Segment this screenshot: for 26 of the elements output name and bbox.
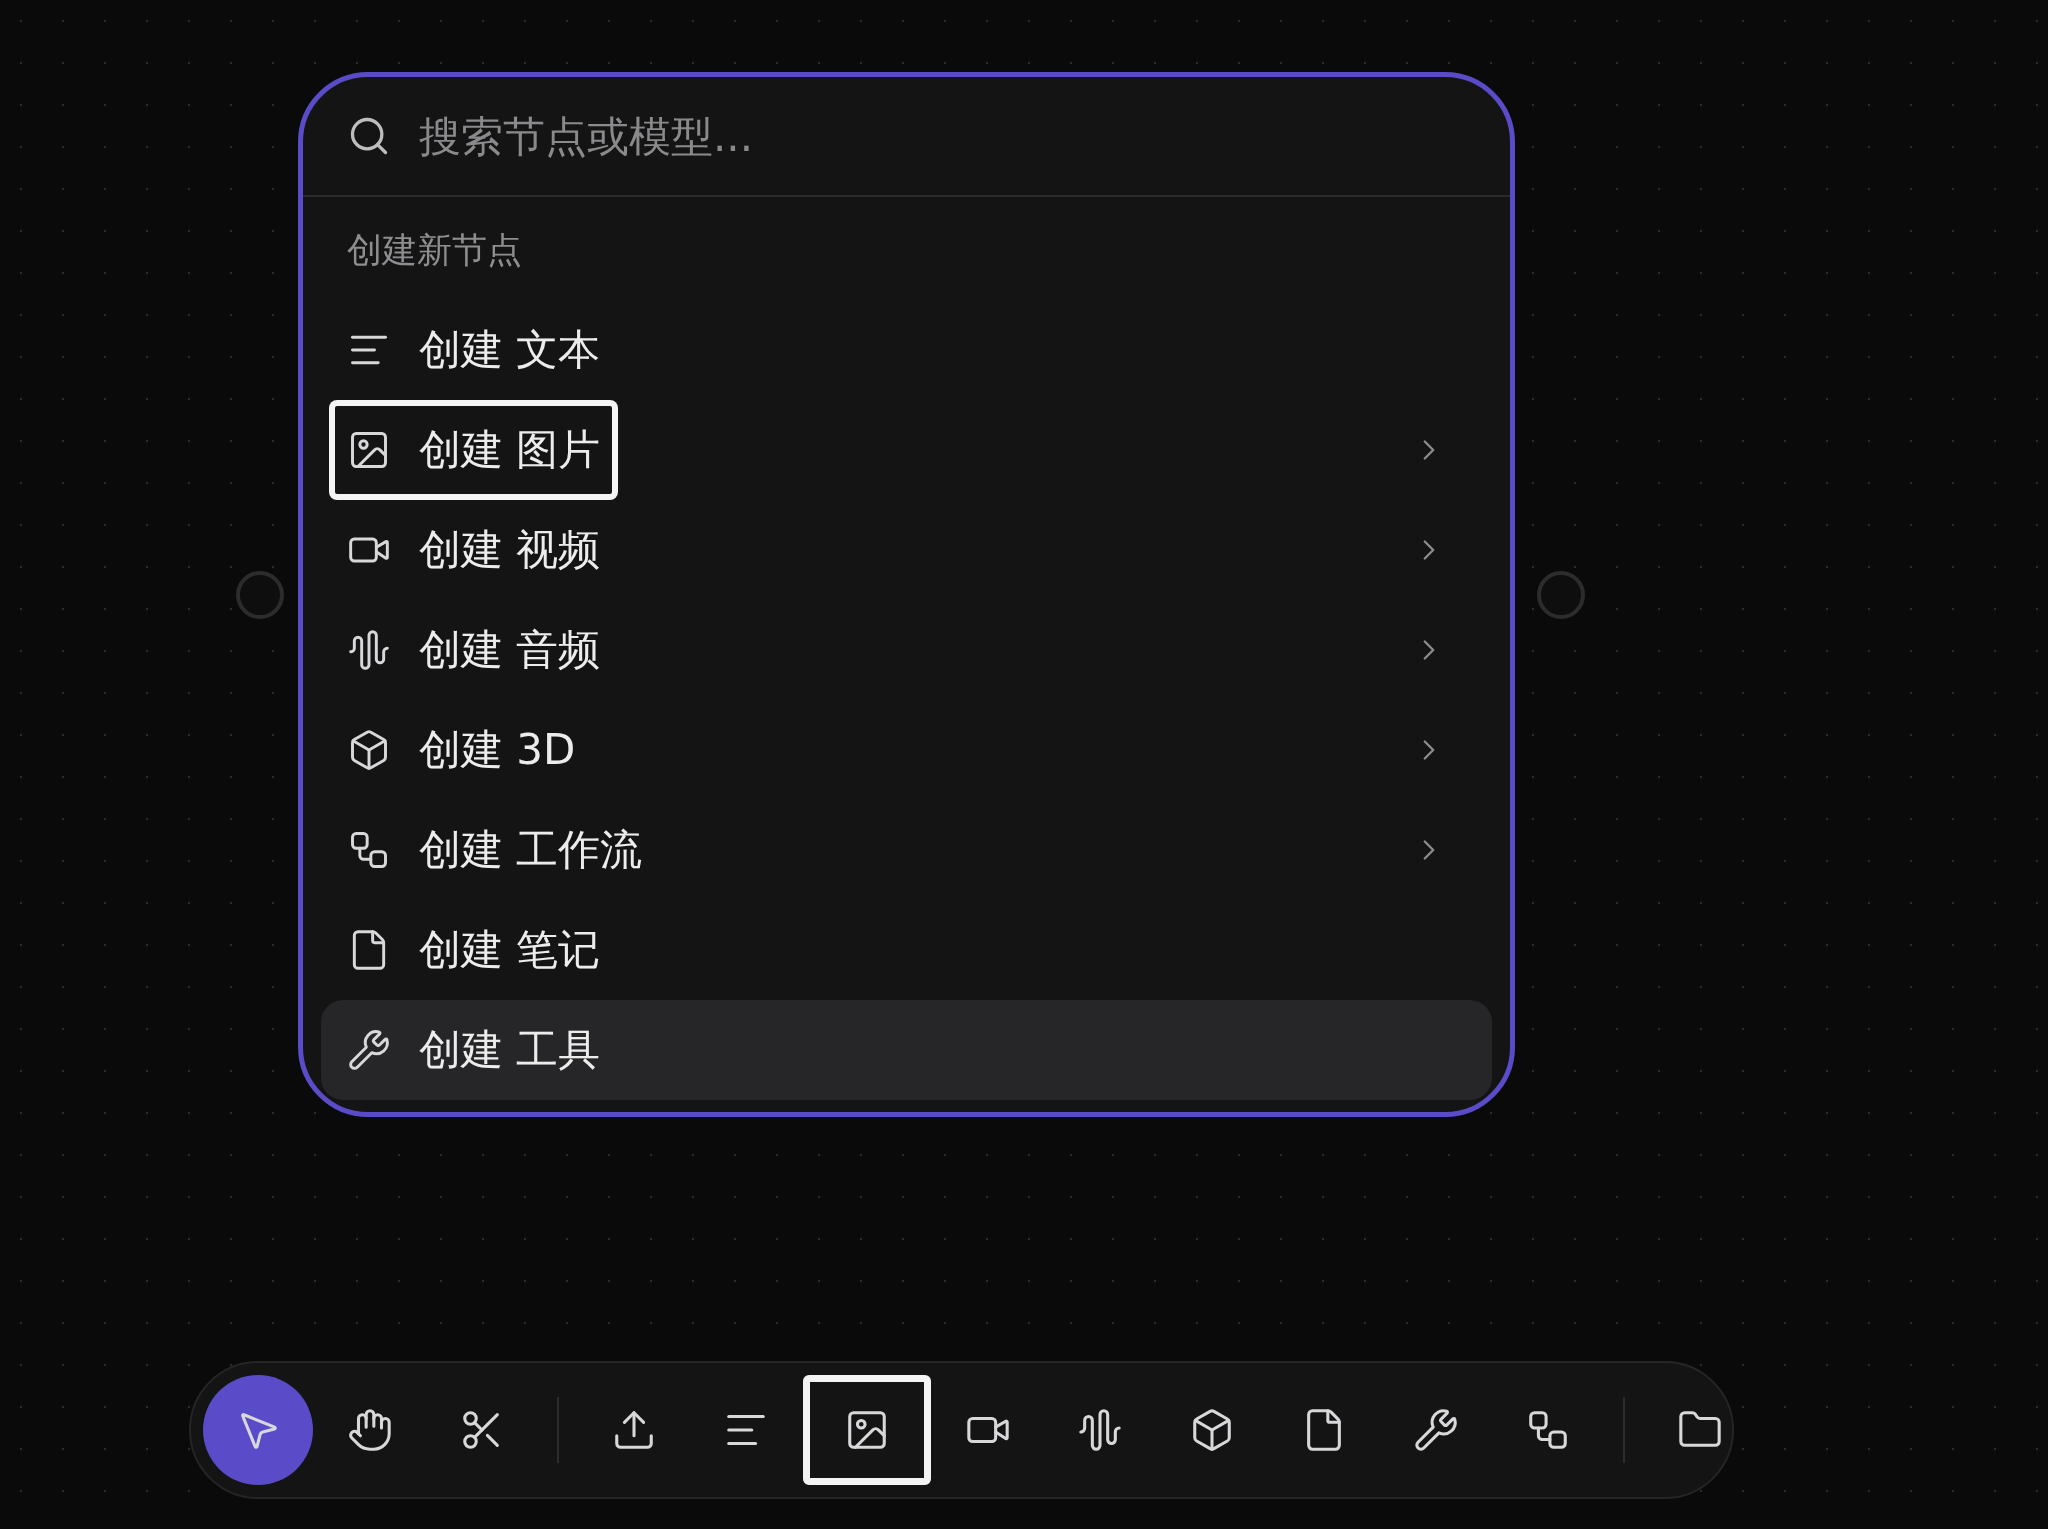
menu-row[interactable]: 创建 音频 [321,600,1492,700]
menu-item[interactable]: 创建 音频 [329,600,619,700]
menu-item[interactable]: 创建 文本 [329,300,619,400]
menu-row[interactable]: 创建 文本 [321,300,1492,400]
hand-icon [347,1407,393,1453]
menu-item[interactable]: 创建 视频 [329,500,619,600]
wrench-icon [347,1028,391,1072]
menu-item[interactable]: 创建 笔记 [329,900,619,1000]
menu-item[interactable]: 创建 工作流 [329,800,661,900]
connection-handle[interactable] [1537,571,1585,619]
menu-item[interactable]: 创建 3D [329,700,594,800]
menu-row[interactable]: 创建 笔记 [321,900,1492,1000]
wrench-icon [1413,1407,1459,1453]
tool-button[interactable] [803,1375,931,1485]
connection-handle[interactable] [236,571,284,619]
menu-row[interactable]: 创建 工具 [321,1000,1492,1100]
search-field[interactable]: 搜索节点或模型... [417,110,1466,162]
waveform-icon [347,628,391,672]
section-label: 创建新节点 [346,229,523,272]
waveform-icon [1077,1407,1123,1453]
menu-row[interactable]: 创建 视频 [321,500,1492,600]
menu-item[interactable]: 创建 工具 [329,1000,619,1100]
menu-row[interactable]: 创建 图片 [321,400,1492,500]
menu-item[interactable]: 创建 图片 [329,400,619,500]
menu-row[interactable]: 创建 3D [321,700,1492,800]
menu-row[interactable]: 创建 工作流 [321,800,1492,900]
